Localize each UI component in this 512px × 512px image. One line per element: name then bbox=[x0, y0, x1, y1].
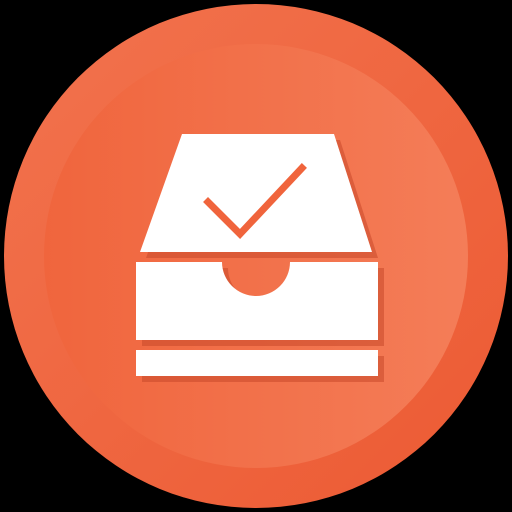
inbox-tray-checkmark-icon bbox=[4, 4, 508, 508]
tray-base-strip bbox=[136, 350, 378, 376]
icon-canvas bbox=[0, 0, 512, 512]
